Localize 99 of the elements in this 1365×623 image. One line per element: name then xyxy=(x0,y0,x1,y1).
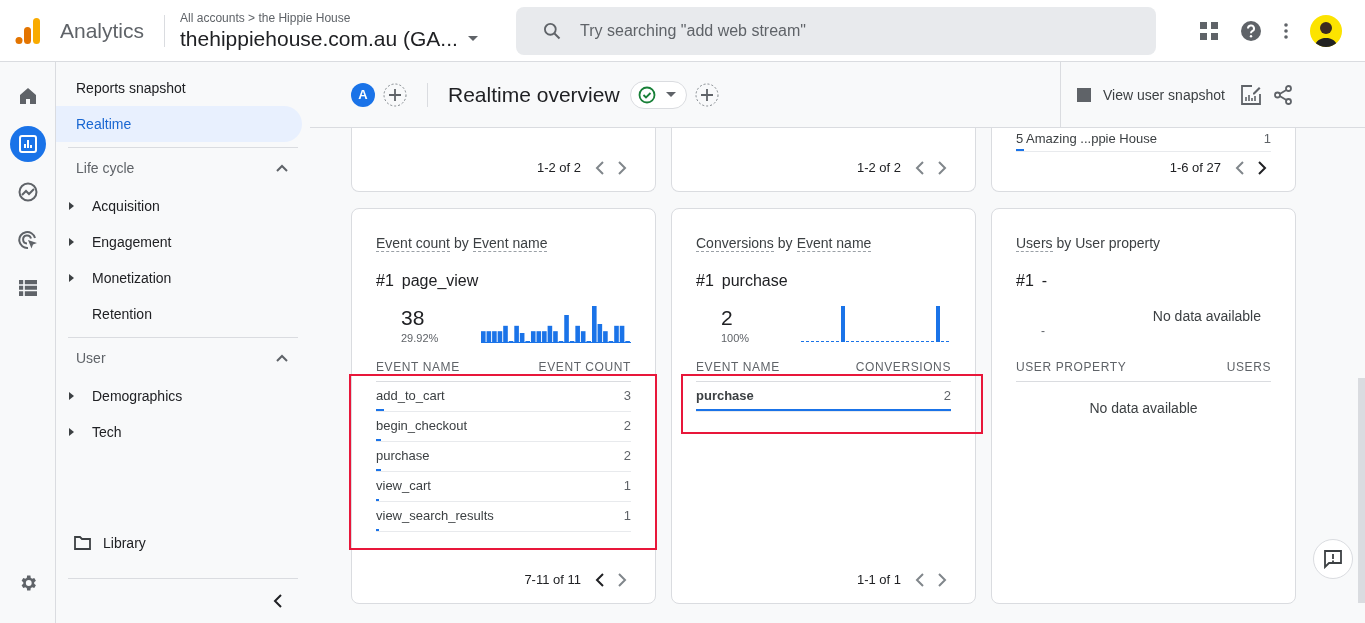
search-field[interactable]: Try searching "add web stream" xyxy=(516,6,1157,55)
table-cell: purchase xyxy=(696,388,754,403)
chevron-icon[interactable] xyxy=(276,354,288,362)
card-title[interactable]: Conversions xyxy=(696,235,774,252)
status-dropdown[interactable] xyxy=(629,80,687,109)
column-header: EVENT COUNT xyxy=(538,360,631,374)
user-avatar[interactable] xyxy=(1310,14,1342,47)
pagination-text: 1-2 of 2 xyxy=(856,160,901,175)
top-share: 100% xyxy=(721,332,750,344)
feedback-button[interactable] xyxy=(1313,539,1353,579)
section-heading: User xyxy=(76,350,106,366)
pagination-text: 1-2 of 2 xyxy=(536,160,581,175)
top-value: - xyxy=(1041,324,1045,338)
nav-item[interactable]: Demographics xyxy=(92,388,183,404)
expand-arrow-icon[interactable] xyxy=(69,428,74,436)
card-title[interactable]: Event count xyxy=(376,235,450,252)
nav-item[interactable]: Acquisition xyxy=(92,198,160,214)
column-header: CONVERSIONS xyxy=(855,360,951,374)
table-cell: purchase xyxy=(376,448,430,463)
edit-chart-icon[interactable] xyxy=(1240,84,1261,105)
table-cell: 2 xyxy=(943,388,951,403)
column-header: EVENT NAME xyxy=(696,360,780,374)
caret-icon xyxy=(467,35,478,42)
view-snapshot-link[interactable]: View user snapshot xyxy=(1103,86,1225,103)
pagination-text: 7-11 of 11 xyxy=(524,572,581,587)
top-item-name: page_view xyxy=(401,272,479,290)
scrollbar[interactable] xyxy=(1358,378,1365,603)
expand-arrow-icon[interactable] xyxy=(69,238,74,246)
pagination-text: 1-6 of 27 xyxy=(1169,160,1221,175)
nav-item[interactable]: Tech xyxy=(92,424,122,440)
top-share: 29.92% xyxy=(401,332,439,344)
no-data-message: No data available xyxy=(1088,400,1199,416)
table-cell: 5 Amazing ...ppie House xyxy=(1016,131,1157,146)
table-cell: 1 xyxy=(1263,131,1271,146)
nav-item[interactable]: Engagement xyxy=(92,234,172,250)
card-title: by User property xyxy=(1056,235,1161,252)
trend-circle-icon xyxy=(17,182,38,202)
home-icon xyxy=(18,87,37,105)
table-cell: view_cart xyxy=(376,478,431,493)
page-title: Realtime overview xyxy=(448,82,620,107)
next-page-icon[interactable] xyxy=(1258,160,1267,175)
rank-label: #1 xyxy=(376,272,394,290)
section-heading: Life cycle xyxy=(76,160,135,176)
stop-square-icon xyxy=(1077,87,1091,102)
nav-item[interactable]: Library xyxy=(103,535,146,551)
column-header: USER PROPERTY xyxy=(1016,360,1127,374)
expand-arrow-icon[interactable] xyxy=(69,202,74,210)
pagination-text: 1-1 of 1 xyxy=(856,572,901,587)
bar-chart-logo-icon xyxy=(15,15,41,46)
expand-arrow-icon[interactable] xyxy=(69,392,74,400)
target-cursor-icon xyxy=(17,230,38,250)
folder-icon xyxy=(74,536,91,550)
card-title[interactable]: Event name xyxy=(472,235,548,252)
list-icon xyxy=(18,280,37,296)
add-icon[interactable] xyxy=(694,82,719,107)
column-header: USERS xyxy=(1226,360,1271,374)
caret-icon xyxy=(665,91,676,98)
more-options-icon[interactable] xyxy=(1284,22,1288,39)
top-value: 38 xyxy=(401,306,426,330)
table-cell: 2 xyxy=(623,418,631,433)
product-name: Analytics xyxy=(60,18,145,43)
help-icon[interactable] xyxy=(1240,19,1262,42)
nav-item[interactable]: Realtime xyxy=(56,106,302,142)
table-cell: 1 xyxy=(623,478,631,493)
card-title[interactable]: Users xyxy=(1016,235,1053,252)
account-breadcrumb[interactable]: All accounts > the Hippie House xyxy=(180,10,511,25)
top-item-name: purchase xyxy=(721,272,788,290)
previous-page-icon[interactable] xyxy=(595,572,604,587)
check-circle-icon xyxy=(637,85,656,104)
nav-item[interactable]: Retention xyxy=(92,306,152,322)
nav-item[interactable]: Reports snapshot xyxy=(56,70,302,106)
top-item-name: - xyxy=(1041,272,1048,290)
rank-label: #1 xyxy=(696,272,714,290)
nav-item[interactable]: Monetization xyxy=(92,270,172,286)
no-data-message: No data available xyxy=(1152,308,1261,324)
rail-button[interactable] xyxy=(9,126,46,162)
table-cell: 2 xyxy=(623,448,631,463)
card-title: by xyxy=(453,235,469,252)
table-cell: view_search_results xyxy=(376,508,494,523)
collapse-chevron-icon[interactable] xyxy=(273,594,282,608)
table-cell: 1 xyxy=(623,508,631,523)
table-cell: 3 xyxy=(623,388,631,403)
card-title: by xyxy=(777,235,793,252)
bar-chart-icon xyxy=(18,135,37,153)
top-value: 2 xyxy=(721,306,734,330)
comparison-avatar[interactable]: A xyxy=(351,82,375,107)
rank-label: #1 xyxy=(1016,272,1034,290)
feedback-icon xyxy=(1323,549,1343,569)
add-comparison-icon[interactable] xyxy=(383,82,407,107)
table-cell: begin_checkout xyxy=(376,418,468,433)
expand-arrow-icon[interactable] xyxy=(69,274,74,282)
table-cell: add_to_cart xyxy=(376,388,445,403)
apps-grid-icon[interactable] xyxy=(1200,21,1218,40)
share-icon[interactable] xyxy=(1272,84,1293,105)
column-header: EVENT NAME xyxy=(376,360,460,374)
property-selector[interactable]: thehippiehouse.com.au (GA... xyxy=(180,26,511,51)
search-icon xyxy=(542,20,563,41)
chevron-icon[interactable] xyxy=(276,164,288,172)
card-title[interactable]: Event name xyxy=(796,235,872,252)
